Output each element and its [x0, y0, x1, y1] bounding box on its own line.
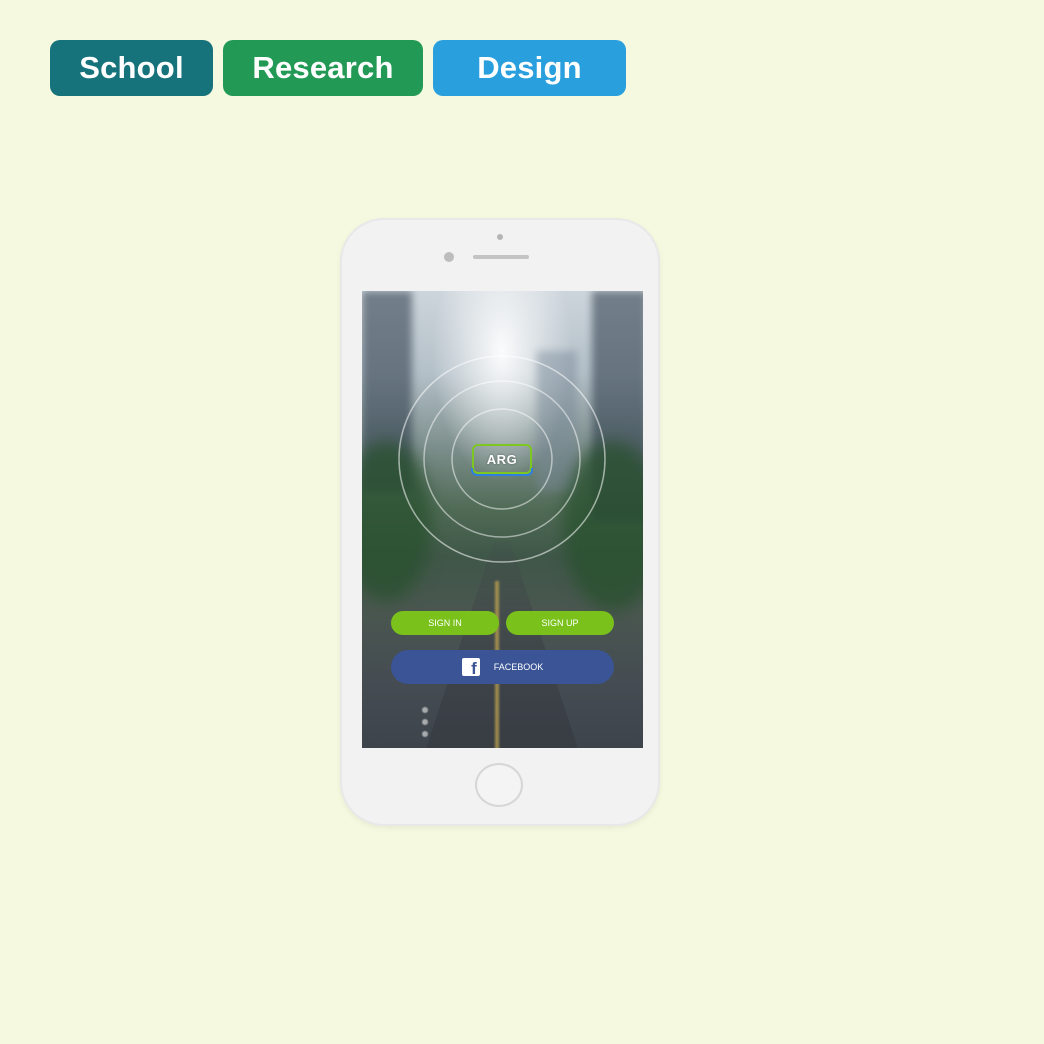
home-button[interactable] — [475, 763, 523, 807]
app-logo: ARG — [471, 444, 533, 476]
sign-up-button[interactable]: SIGN UP — [506, 611, 614, 635]
tag-design[interactable]: Design — [433, 40, 626, 96]
tag-school[interactable]: School — [50, 40, 213, 96]
phone-screen: ARG SIGN IN SIGN UP f FACEBOOK — [362, 291, 643, 748]
facebook-button[interactable]: f FACEBOOK — [391, 650, 614, 684]
app-logo-text: ARG — [486, 451, 518, 467]
phone-mockup: ARG SIGN IN SIGN UP f FACEBOOK — [340, 218, 660, 826]
tag-group: School Research Design — [50, 40, 626, 96]
facebook-icon: f — [461, 658, 480, 677]
road-lights — [422, 701, 428, 743]
phone-earpiece — [473, 255, 529, 259]
sign-in-button[interactable]: SIGN IN — [391, 611, 499, 635]
facebook-button-label: FACEBOOK — [493, 662, 544, 672]
phone-sensor — [497, 234, 503, 240]
phone-camera — [444, 252, 454, 262]
tag-research[interactable]: Research — [223, 40, 423, 96]
